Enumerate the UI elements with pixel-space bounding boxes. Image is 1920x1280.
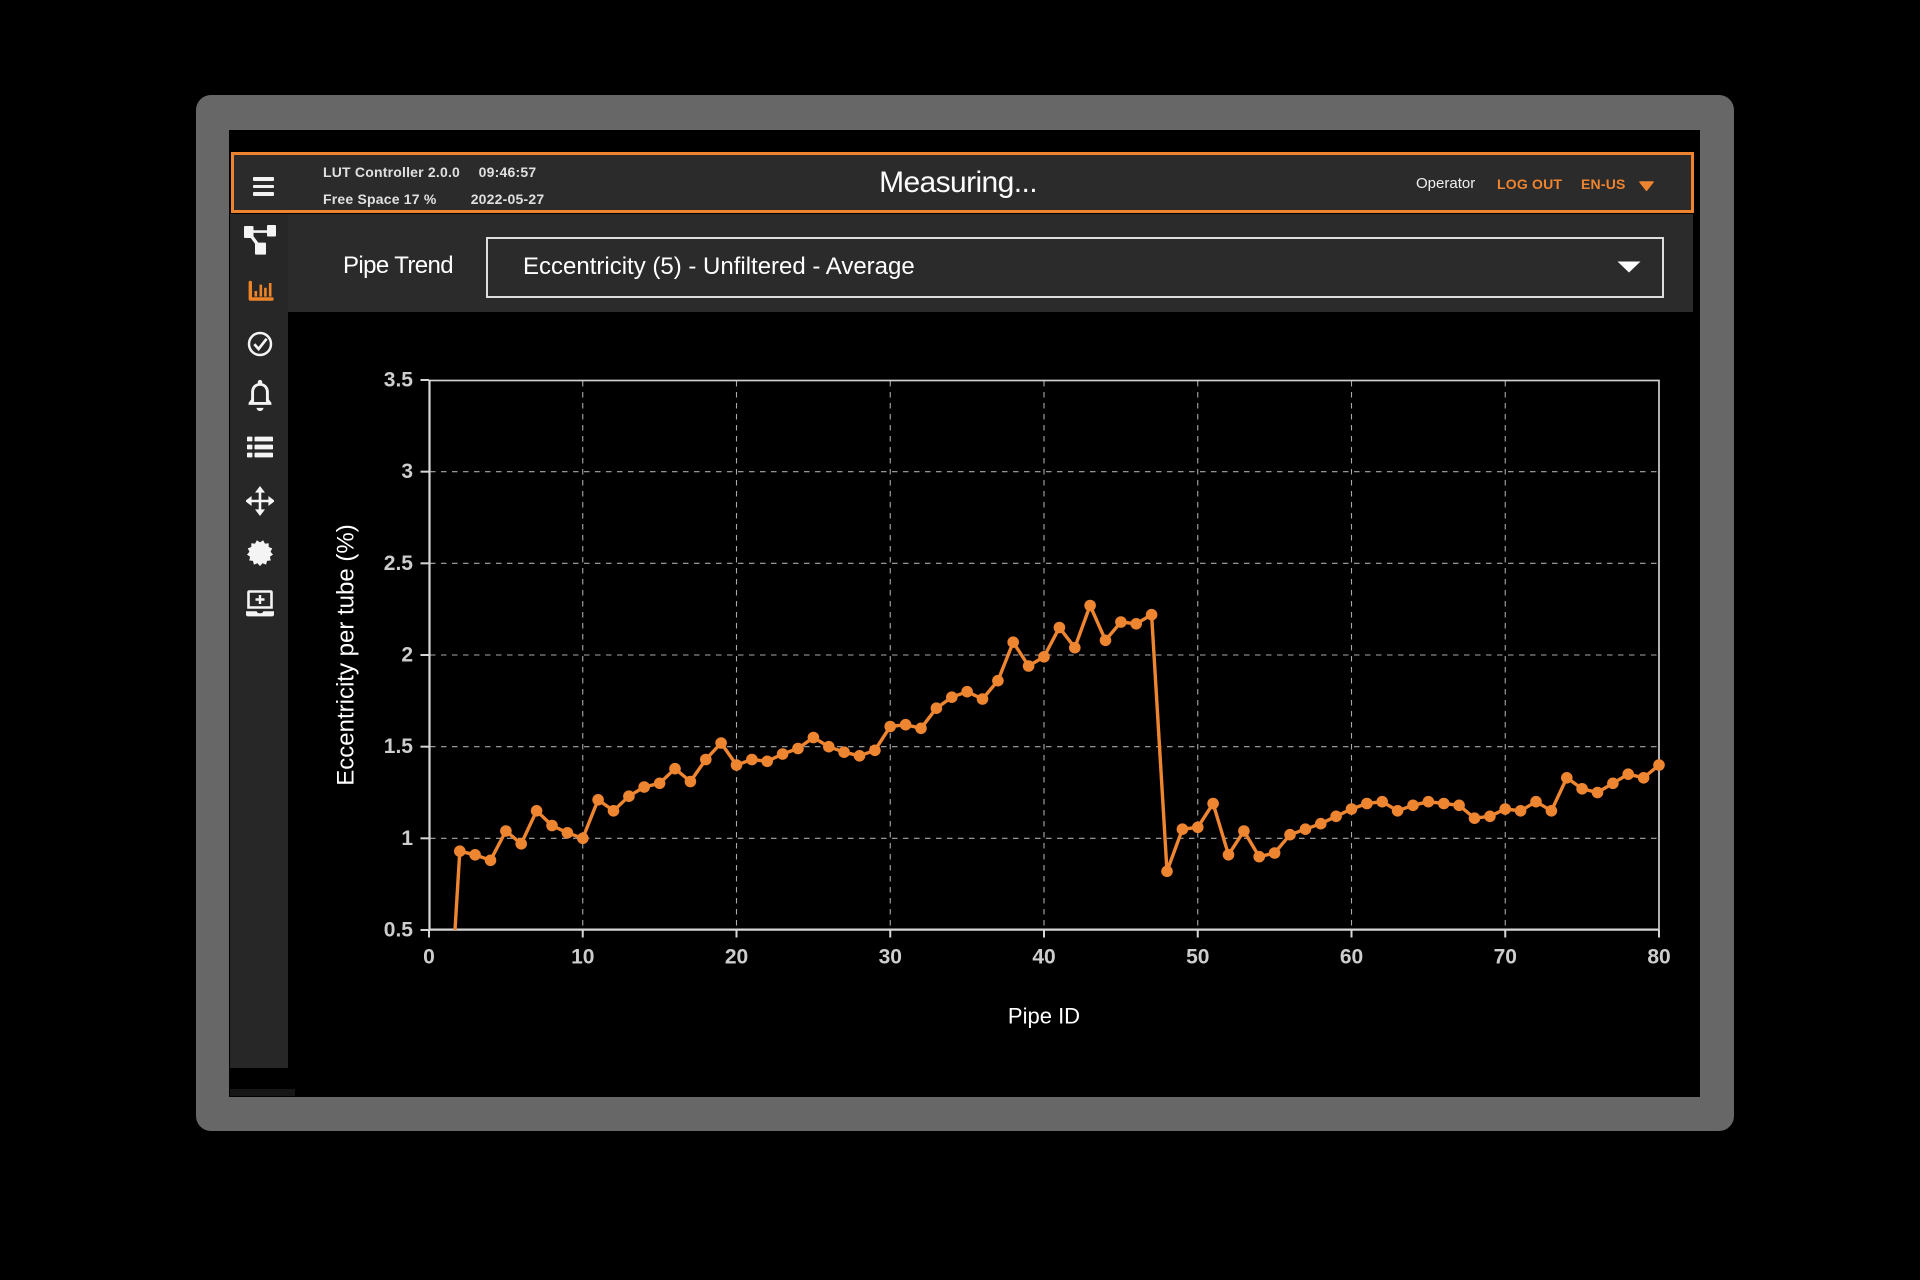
svg-text:1: 1 xyxy=(401,827,413,850)
svg-text:Pipe ID: Pipe ID xyxy=(1008,1004,1080,1029)
svg-text:10: 10 xyxy=(571,946,594,969)
svg-text:Eccentricity per tube (%): Eccentricity per tube (%) xyxy=(333,524,360,785)
svg-text:30: 30 xyxy=(879,946,902,969)
svg-text:0.5: 0.5 xyxy=(384,919,414,942)
svg-text:3.5: 3.5 xyxy=(384,369,414,392)
svg-text:0: 0 xyxy=(423,946,435,969)
svg-text:80: 80 xyxy=(1647,946,1670,969)
svg-text:3: 3 xyxy=(401,460,413,483)
svg-text:60: 60 xyxy=(1340,946,1363,969)
svg-text:70: 70 xyxy=(1494,946,1517,969)
svg-text:1.5: 1.5 xyxy=(384,735,414,758)
svg-text:20: 20 xyxy=(725,946,748,969)
svg-text:2.5: 2.5 xyxy=(384,552,414,575)
svg-text:50: 50 xyxy=(1186,946,1209,969)
svg-text:40: 40 xyxy=(1032,946,1055,969)
svg-text:2: 2 xyxy=(401,644,413,667)
